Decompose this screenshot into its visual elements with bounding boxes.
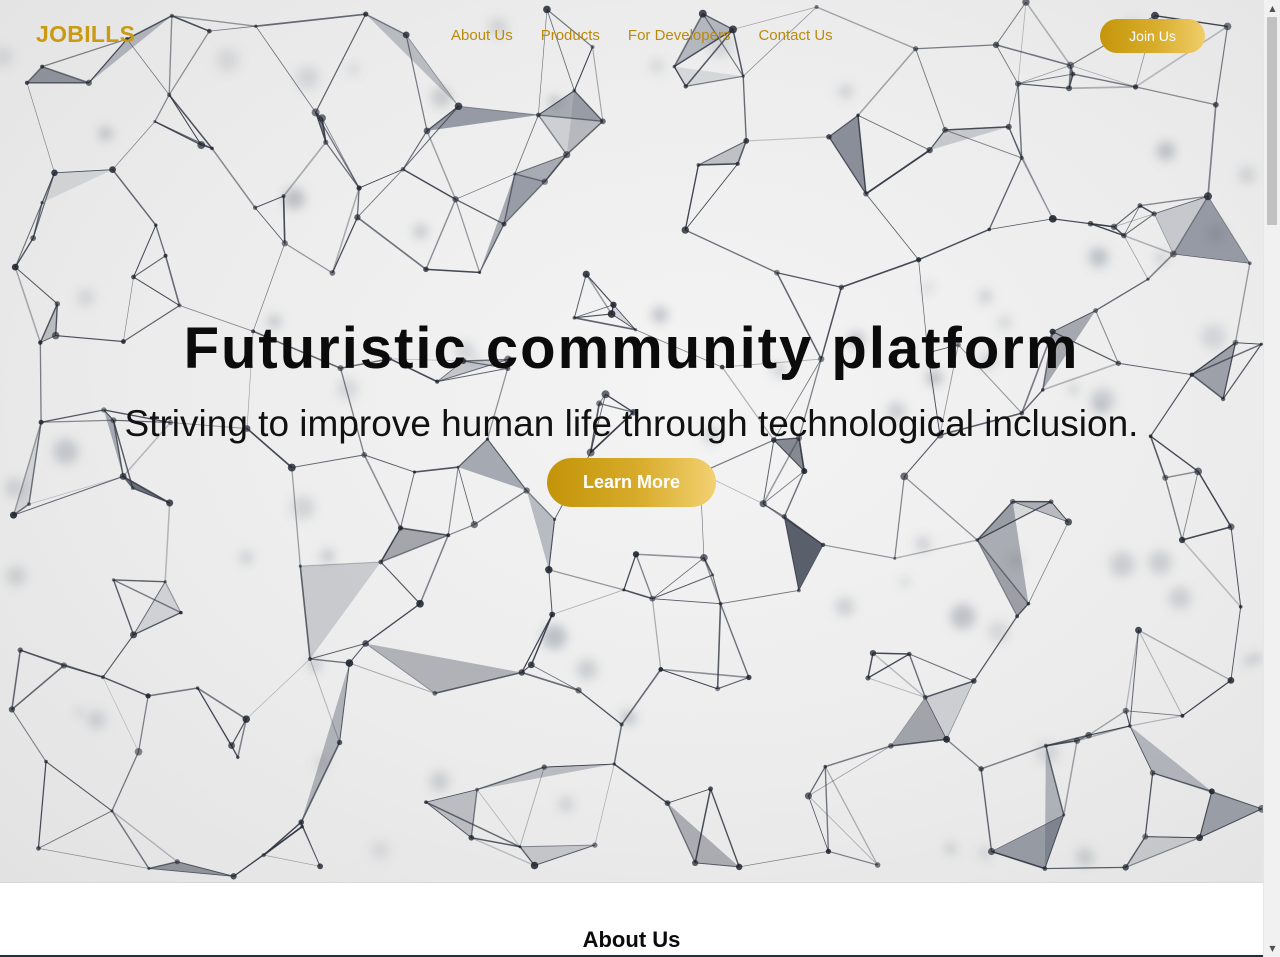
nav-links: About Us Products For Developers Contact… [451, 27, 861, 44]
nav-link-products[interactable]: Products [541, 27, 600, 44]
about-us-heading: About Us [582, 927, 681, 952]
join-us-button[interactable]: Join Us [1100, 19, 1205, 53]
triangle-down-icon[interactable]: ▼ [1264, 940, 1280, 957]
page-viewport: JOBILLS About Us Products For Developers… [0, 0, 1263, 957]
triangle-up-icon[interactable]: ▲ [1264, 0, 1280, 17]
hero-section: JOBILLS About Us Products For Developers… [0, 0, 1263, 883]
vertical-scrollbar[interactable]: ▲ ▼ [1263, 0, 1280, 957]
hero-title: Futuristic community platform [183, 316, 1080, 381]
hero-subtitle: Striving to improve human life through t… [124, 403, 1139, 444]
nav-link-for-developers[interactable]: For Developers [628, 27, 731, 44]
nav-link-about-us[interactable]: About Us [451, 27, 513, 44]
navbar: JOBILLS About Us Products For Developers… [0, 0, 1263, 72]
nav-link-contact-us[interactable]: Contact Us [758, 27, 832, 44]
brand-logo[interactable]: JOBILLS [36, 21, 135, 48]
scrollbar-thumb[interactable] [1267, 17, 1277, 225]
learn-more-button[interactable]: Learn More [547, 458, 716, 507]
section-divider [0, 882, 1263, 883]
